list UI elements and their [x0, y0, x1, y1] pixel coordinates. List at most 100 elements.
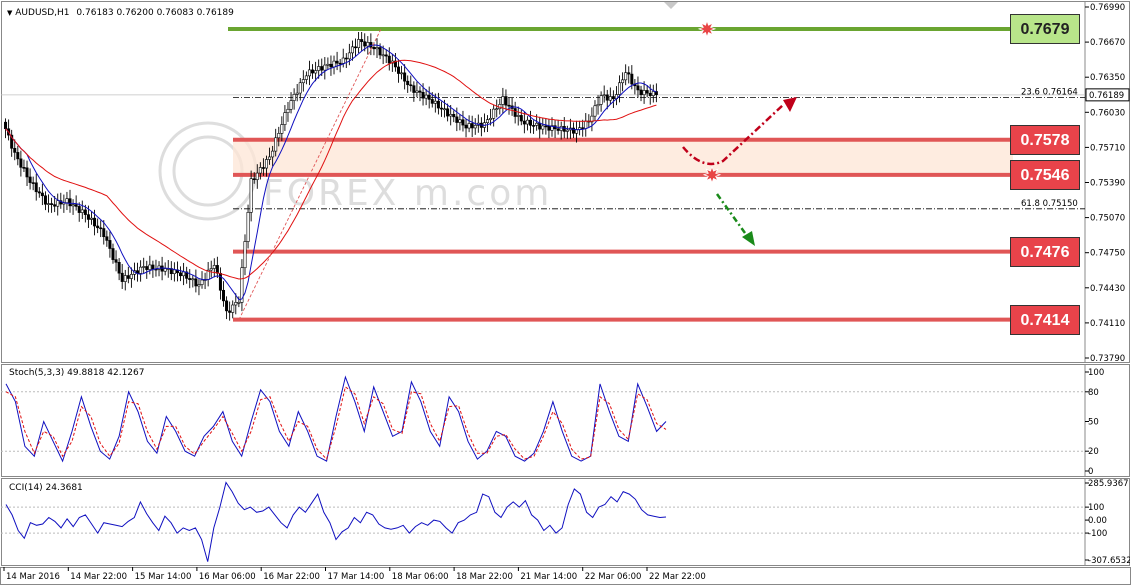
- time-axis-tick-label: 22 Mar 06:00: [585, 572, 642, 582]
- cci-chart: 285.9367 100 0.00 -100 -307.6532: [1, 478, 1131, 566]
- candle-body: [363, 41, 367, 47]
- price-panel-frame: [1, 1, 1130, 363]
- candle-body: [222, 289, 226, 302]
- candle-body: [243, 241, 247, 269]
- time-axis-tick-label: 21 Mar 14:00: [520, 572, 577, 582]
- price-axis-tick-label: 0.76990: [1090, 3, 1125, 13]
- candle-body: [645, 90, 649, 94]
- cci-label: CCI(14) 24.3681: [9, 483, 83, 493]
- candle-body: [544, 125, 548, 128]
- candle-body: [624, 72, 628, 81]
- candle-body: [277, 133, 281, 139]
- candle-body: [636, 85, 640, 91]
- candle-body: [80, 209, 84, 213]
- candle-body: [123, 275, 127, 282]
- candle-body: [584, 120, 588, 129]
- candle-body: [117, 261, 121, 274]
- candle-body: [74, 204, 78, 207]
- cci-panel[interactable]: CCI(14) 24.3681 285.9367 100 0.00 -100 -307.…: [1, 478, 1131, 566]
- candle-body: [332, 60, 336, 68]
- candle-body: [209, 268, 213, 271]
- time-axis-tick-label: 16 Mar 06:00: [199, 572, 256, 582]
- candle-body: [338, 62, 342, 65]
- price-axis-tick-label: 0.75070: [1090, 214, 1125, 224]
- candle-body: [215, 265, 219, 274]
- candle-body: [639, 89, 643, 96]
- candle-body: [19, 158, 23, 168]
- candle-body: [329, 63, 333, 68]
- price-axis-tick-label: 0.76670: [1090, 38, 1125, 48]
- candle-body: [34, 182, 38, 193]
- candle-body: [538, 122, 542, 130]
- stoch-label: Stoch(5,3,3) 49.8818 42.1267: [9, 368, 145, 378]
- candle-body: [188, 278, 192, 280]
- candle-body: [225, 300, 229, 312]
- candle-body: [449, 113, 453, 117]
- price-axis-tick-label: 0.73790: [1090, 354, 1125, 363]
- candle-body: [47, 203, 51, 205]
- candle-body: [360, 39, 364, 42]
- axis-tick-label: 0: [1088, 467, 1093, 477]
- candle-body: [651, 91, 655, 96]
- candle-body: [433, 100, 437, 104]
- candle-body: [409, 84, 413, 87]
- candle-body: [4, 121, 8, 130]
- candle-body: [102, 228, 106, 238]
- candle-body: [194, 278, 198, 287]
- price-axis-tick-label: 0.74750: [1090, 249, 1125, 259]
- candle-body: [529, 119, 533, 126]
- candle-body: [427, 94, 431, 100]
- candle-body: [452, 113, 456, 118]
- candle-body: [642, 90, 646, 96]
- candle-body: [191, 278, 195, 281]
- candle-body: [86, 214, 90, 220]
- candle-body: [341, 57, 345, 64]
- fib-label: 61.8 0.75150: [1021, 199, 1078, 209]
- candle-body: [246, 212, 250, 242]
- candle-body: [13, 147, 17, 153]
- candle-body: [307, 69, 311, 77]
- axis-tick-label: 20: [1088, 447, 1099, 457]
- candle-body: [268, 156, 272, 160]
- candle-body: [418, 90, 422, 93]
- candle-body: [292, 94, 296, 101]
- candle-body: [264, 159, 268, 169]
- candle-body: [525, 119, 529, 125]
- level-box-0.7578: 0.7578: [1010, 124, 1080, 155]
- candle-body: [298, 82, 302, 94]
- collapse-triangle-icon[interactable]: ▼: [7, 9, 12, 17]
- candle-body: [375, 47, 379, 50]
- candle-body: [381, 54, 385, 57]
- candle-body: [228, 310, 232, 313]
- candle-body: [335, 60, 339, 64]
- price-axis-tick-label: 0.75390: [1090, 179, 1125, 189]
- candle-body: [145, 266, 149, 270]
- candle-body: [37, 191, 41, 194]
- level-box-0.7414: 0.7414: [1010, 304, 1080, 335]
- level-box-0.7546: 0.7546: [1010, 159, 1080, 190]
- candle-body: [16, 152, 20, 160]
- price-panel[interactable]: ▼ AUDUSD,H1 0.76183 0.76200 0.76083 0.76…: [1, 1, 1130, 364]
- candle-body: [446, 108, 450, 117]
- time-axis-tick-label: 14 Mar 2016: [6, 572, 60, 582]
- price-axis-tick-label: 0.76350: [1090, 73, 1125, 83]
- candle-body: [323, 64, 327, 71]
- candle-body: [461, 119, 465, 126]
- candle-body: [31, 182, 35, 184]
- candle-body: [326, 63, 330, 66]
- candle-body: [347, 52, 351, 60]
- candle-body: [464, 124, 468, 129]
- symbol-label: AUDUSD,H1: [15, 8, 70, 18]
- stoch-panel[interactable]: Stoch(5,3,3) 49.8818 42.1267 100 80 50 20 0: [1, 364, 1130, 477]
- candle-body: [234, 302, 238, 306]
- axis-tick-label: -100: [1088, 529, 1107, 539]
- candle-body: [120, 272, 124, 282]
- time-axis-tick-label: 15 Mar 14:00: [135, 572, 192, 582]
- price-axis-tick-label: 0.75710: [1090, 143, 1125, 153]
- candle-body: [289, 100, 293, 110]
- axis-tick-label: 80: [1088, 388, 1099, 398]
- candle-body: [200, 279, 204, 285]
- candle-body: [172, 269, 176, 275]
- candle-body: [258, 167, 262, 174]
- candle-body: [458, 119, 462, 123]
